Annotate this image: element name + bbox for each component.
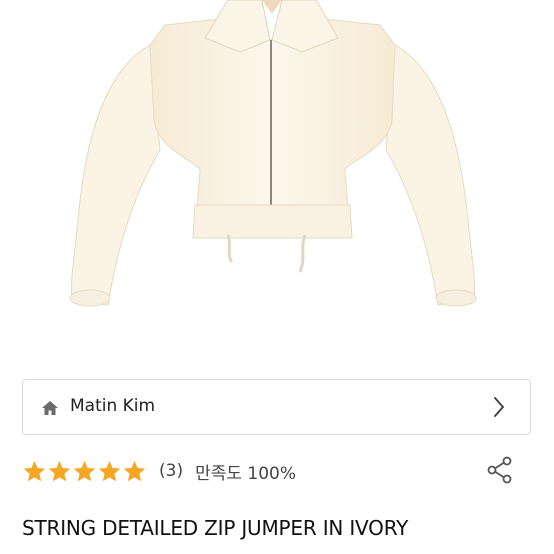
satisfaction-text: 만족도 100% [195, 463, 297, 484]
product-image[interactable] [0, 0, 554, 360]
review-count: (3) [159, 461, 184, 481]
star-icon [48, 460, 71, 481]
brand-name: Matin Kim [70, 396, 156, 416]
star-icon [123, 460, 146, 481]
rating-row[interactable]: (3) 만족도 100% [22, 457, 296, 485]
jacket-illustration [69, 0, 477, 307]
rating-stars [22, 459, 147, 484]
star-icon [73, 460, 96, 481]
share-icon[interactable] [487, 456, 513, 484]
product-title: STRING DETAILED ZIP JUMPER IN IVORY [22, 516, 409, 540]
star-icon [23, 460, 46, 481]
home-icon [42, 401, 58, 415]
chevron-right-icon [494, 397, 504, 417]
star-icon [98, 460, 121, 481]
brand-card[interactable]: Matin Kim [22, 379, 531, 435]
